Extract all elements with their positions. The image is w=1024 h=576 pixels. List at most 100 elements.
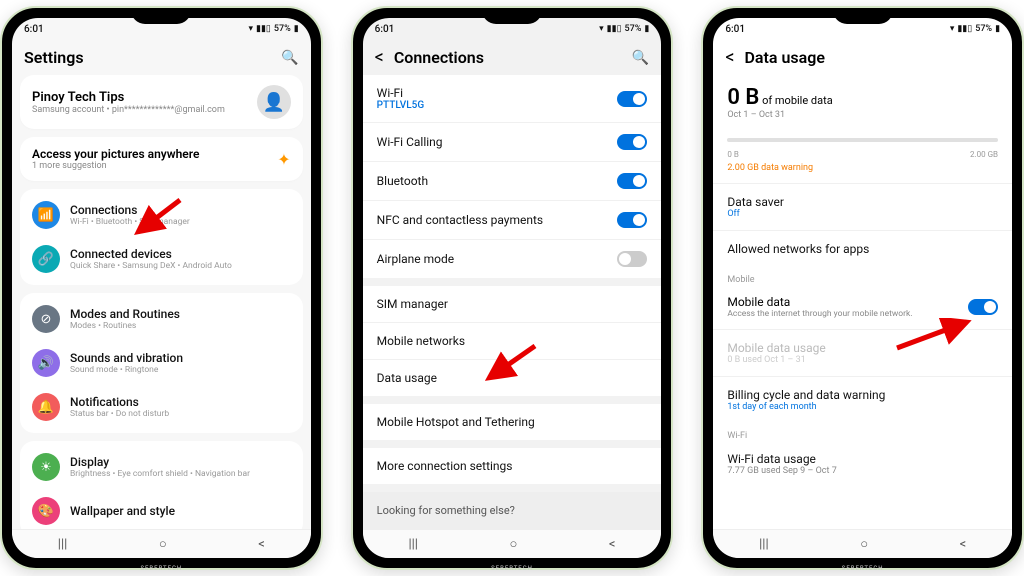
red-arrow [132, 198, 182, 238]
home-icon[interactable]: ○ [159, 536, 167, 552]
suggestion-card[interactable]: Access your pictures anywhere 1 more sug… [20, 137, 303, 181]
mobile-data-toggle[interactable] [968, 299, 998, 315]
settings-item-connected-devices[interactable]: 🔗 Connected devicesQuick Share • Samsung… [20, 237, 303, 281]
home-icon[interactable]: ○ [860, 536, 868, 552]
mobile-section-label: Mobile [713, 267, 1012, 285]
battery-text: 57% [274, 24, 291, 34]
account-card[interactable]: Pinoy Tech Tips Samsung account • pin***… [20, 75, 303, 129]
toggle[interactable] [617, 251, 647, 267]
usage-amount: 0 B [727, 85, 759, 110]
conn-wi-fi[interactable]: Wi-FiPTTLVL5G [363, 75, 662, 123]
conn-sim-manager[interactable]: SIM manager [363, 286, 662, 323]
toggle[interactable] [617, 134, 647, 150]
suggestion-title: Access your pictures anywhere [32, 147, 277, 161]
avatar-icon: 👤 [257, 85, 291, 119]
signal-icon: ▮▮▯ [256, 24, 271, 34]
wifi-icon: ▾ [599, 24, 604, 34]
account-email: Samsung account • pin*************@gmail… [32, 105, 247, 115]
status-bar: 6:01 ▾ ▮▮▯ 57% ▮ [713, 18, 1012, 40]
page-title: Connections [394, 48, 622, 67]
conn-group-3: Mobile Hotspot and Tethering [363, 404, 662, 440]
nav-bar: ||| ○ < [12, 529, 311, 558]
header: < Data usage [713, 40, 1012, 75]
recents-icon[interactable]: ||| [58, 537, 68, 552]
usage-scale: 0 B 2.00 GB [713, 150, 1012, 159]
header: Settings 🔍 [12, 40, 311, 75]
item-icon: 📶 [32, 201, 60, 229]
usage-min: 0 B [727, 150, 738, 159]
back-button[interactable]: < [375, 49, 384, 67]
status-bar: 6:01 ▾ ▮▮▯ 57% ▮ [363, 18, 662, 40]
item-icon: 🔗 [32, 245, 60, 273]
settings-item-display[interactable]: ☀ DisplayBrightness • Eye comfort shield… [20, 445, 303, 489]
clock: 6:01 [375, 24, 395, 35]
settings-item-wallpaper-and-style[interactable]: 🎨 Wallpaper and style [20, 489, 303, 529]
usage-range: Oct 1 – Oct 31 [727, 110, 998, 120]
item-icon: ☀ [32, 453, 60, 481]
back-icon[interactable]: < [960, 537, 967, 552]
page-title: Data usage [745, 48, 1001, 67]
clock: 6:01 [24, 24, 44, 35]
conn-nfc-and-contactless-payments[interactable]: NFC and contactless payments [363, 201, 662, 240]
phone-settings: 6:01 ▾ ▮▮▯ 57% ▮ Settings 🔍 Pinoy Tech T… [0, 6, 323, 570]
item-icon: 🎨 [32, 497, 60, 525]
usage-bar [727, 138, 998, 142]
billing-cycle-row[interactable]: Billing cycle and data warning 1st day o… [713, 376, 1012, 423]
allowed-networks-row[interactable]: Allowed networks for apps [713, 230, 1012, 267]
recents-icon[interactable]: ||| [408, 537, 418, 552]
item-icon: ⊘ [32, 305, 60, 333]
home-icon[interactable]: ○ [510, 536, 518, 552]
settings-group-2: ⊘ Modes and RoutinesModes • Routines🔊 So… [20, 293, 303, 433]
signal-icon: ▮▮▯ [957, 24, 972, 34]
nav-bar: ||| ○ < [713, 529, 1012, 558]
back-icon[interactable]: < [258, 537, 265, 552]
battery-icon: ▮ [995, 24, 1000, 34]
data-warning: 2.00 GB data warning [713, 159, 1012, 183]
back-button[interactable]: < [725, 49, 734, 67]
toggle[interactable] [617, 91, 647, 107]
page-title: Settings [24, 48, 271, 67]
usage-summary: 0 B of mobile data Oct 1 – Oct 31 [713, 75, 1012, 130]
conn-airplane-mode[interactable]: Airplane mode [363, 240, 662, 278]
footer-question[interactable]: Looking for something else? [363, 492, 662, 529]
battery-text: 57% [625, 24, 642, 34]
toggle[interactable] [617, 212, 647, 228]
wifi-icon: ▾ [950, 24, 955, 34]
toggle[interactable] [617, 173, 647, 189]
nav-bar: ||| ○ < [363, 529, 662, 558]
item-icon: 🔊 [32, 349, 60, 377]
conn-group-1: Wi-FiPTTLVL5GWi-Fi CallingBluetoothNFC a… [363, 75, 662, 278]
usage-max: 2.00 GB [970, 150, 998, 159]
battery-text: 57% [975, 24, 992, 34]
sparkle-icon: ✦ [277, 150, 290, 169]
account-name: Pinoy Tech Tips [32, 90, 247, 105]
conn-bluetooth[interactable]: Bluetooth [363, 162, 662, 201]
red-arrow [893, 318, 973, 352]
battery-icon: ▮ [644, 24, 649, 34]
phone-connections: 6:01 ▾ ▮▮▯ 57% ▮ < Connections 🔍 Wi-FiPT… [351, 6, 674, 570]
search-icon[interactable]: 🔍 [281, 50, 298, 66]
wifi-data-usage-row[interactable]: Wi-Fi data usage 7.77 GB used Sep 9 – Oc… [713, 441, 1012, 487]
conn-group-4: More connection settings [363, 448, 662, 484]
usage-of: of mobile data [759, 94, 832, 107]
back-icon[interactable]: < [609, 537, 616, 552]
conn-mobile-hotspot-and-tethering[interactable]: Mobile Hotspot and Tethering [363, 404, 662, 440]
conn-more-connection-settings[interactable]: More connection settings [363, 448, 662, 484]
status-bar: 6:01 ▾ ▮▮▯ 57% ▮ [12, 18, 311, 40]
clock: 6:01 [725, 24, 745, 35]
search-icon[interactable]: 🔍 [632, 50, 649, 66]
settings-item-sounds-and-vibration[interactable]: 🔊 Sounds and vibrationSound mode • Ringt… [20, 341, 303, 385]
data-saver-row[interactable]: Data saver Off [713, 183, 1012, 230]
signal-icon: ▮▮▯ [607, 24, 622, 34]
phone-data-usage: 6:01 ▾ ▮▮▯ 57% ▮ < Data usage 0 B of mob… [701, 6, 1024, 570]
red-arrow [483, 344, 539, 384]
suggestion-sub: 1 more suggestion [32, 161, 277, 171]
recents-icon[interactable]: ||| [759, 537, 769, 552]
conn-wi-fi-calling[interactable]: Wi-Fi Calling [363, 123, 662, 162]
settings-group-3: ☀ DisplayBrightness • Eye comfort shield… [20, 441, 303, 529]
settings-item-notifications[interactable]: 🔔 NotificationsStatus bar • Do not distu… [20, 385, 303, 429]
settings-item-modes-and-routines[interactable]: ⊘ Modes and RoutinesModes • Routines [20, 297, 303, 341]
wifi-section-label: Wi-Fi [713, 423, 1012, 441]
item-icon: 🔔 [32, 393, 60, 421]
header: < Connections 🔍 [363, 40, 662, 75]
